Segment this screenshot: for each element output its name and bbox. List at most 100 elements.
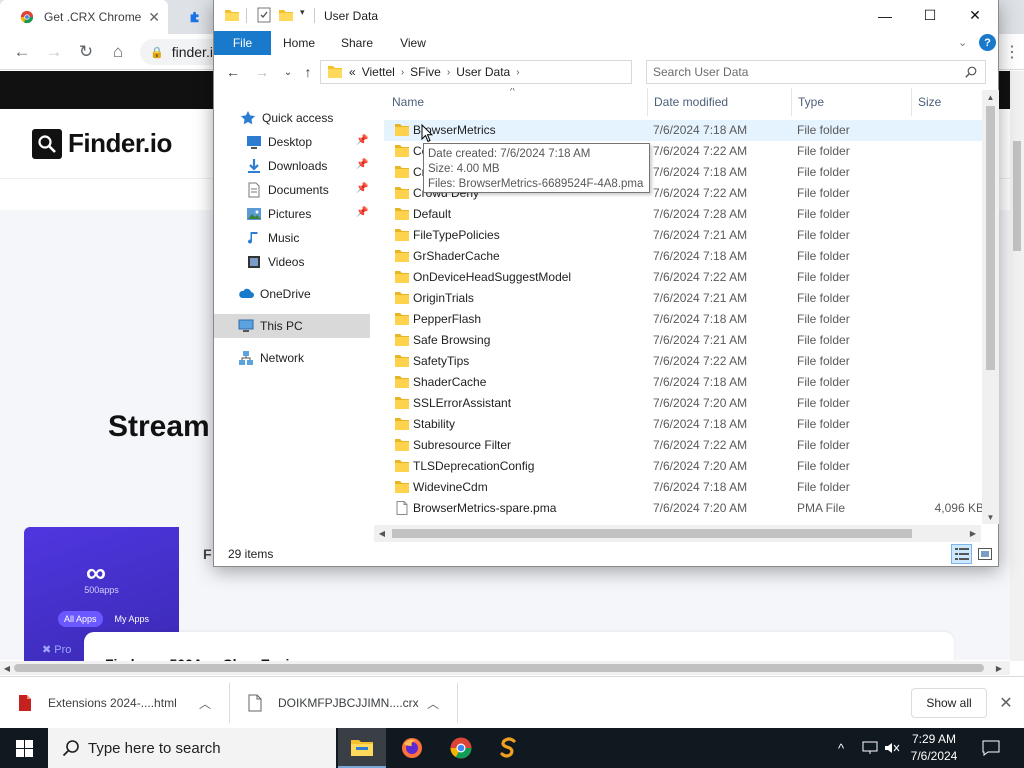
network-tray-icon[interactable] xyxy=(862,728,878,768)
file-row[interactable]: SafetyTips 7/6/2024 7:22 AM File folder xyxy=(384,351,982,372)
file-row[interactable]: GrShaderCache 7/6/2024 7:18 AM File folder xyxy=(384,246,982,267)
page-hscroll-thumb[interactable] xyxy=(14,664,984,672)
close-tab-icon[interactable]: ✕ xyxy=(148,9,160,26)
page-horizontal-scrollbar[interactable]: ◀ ▶ xyxy=(0,661,1010,675)
scroll-left-icon[interactable]: ◀ xyxy=(0,661,14,675)
nav-item-documents[interactable]: Documents 📌 xyxy=(214,178,370,202)
chevron-right-icon[interactable]: › xyxy=(401,67,404,78)
nav-item-videos[interactable]: Videos xyxy=(214,250,370,274)
tab-home[interactable]: Home xyxy=(278,31,320,55)
tab-file[interactable]: File xyxy=(214,31,271,55)
file-row[interactable]: Subresource Filter 7/6/2024 7:22 AM File f… xyxy=(384,435,982,456)
nav-item-pictures[interactable]: Pictures 📌 xyxy=(214,202,370,226)
column-name[interactable]: Name xyxy=(392,88,642,116)
scroll-up-icon[interactable]: ▲ xyxy=(982,90,999,104)
pin-icon[interactable]: 📌 xyxy=(356,207,368,218)
reload-button[interactable]: ↻ xyxy=(70,36,102,68)
forward-arrow-icon[interactable]: → xyxy=(251,61,273,83)
scroll-left-icon[interactable]: ◀ xyxy=(374,525,390,542)
scroll-right-icon[interactable]: ▶ xyxy=(992,661,1006,675)
search-box[interactable] xyxy=(646,60,986,84)
file-list-vertical-scrollbar[interactable]: ▲ ▼ xyxy=(982,90,999,524)
breadcrumb-user-data[interactable]: User Data xyxy=(456,65,510,79)
volume-muted-icon[interactable] xyxy=(884,728,900,768)
breadcrumb-overflow[interactable]: « xyxy=(349,65,356,79)
file-row[interactable]: Default 7/6/2024 7:28 AM File folder xyxy=(384,204,982,225)
nav-item-quick-access[interactable]: Quick access xyxy=(214,106,370,130)
file-row[interactable]: FileTypePolicies 7/6/2024 7:21 AM File fol… xyxy=(384,225,982,246)
taskbar-search-box[interactable]: Type here to search xyxy=(48,728,336,768)
scroll-right-icon[interactable]: ▶ xyxy=(965,525,981,542)
forward-button[interactable]: → xyxy=(38,36,70,68)
horizontal-scroll-thumb[interactable] xyxy=(392,529,912,538)
file-row[interactable]: Safe Browsing 7/6/2024 7:21 AM File folder xyxy=(384,330,982,351)
tab-view[interactable]: View xyxy=(394,31,432,55)
chevron-up-icon[interactable]: ︿ xyxy=(427,695,439,712)
file-row[interactable]: OnDeviceHeadSuggestModel 7/6/2024 7:22 AM… xyxy=(384,267,982,288)
taskbar-sfive[interactable] xyxy=(485,728,533,768)
notification-center-icon[interactable] xyxy=(978,736,1004,760)
expand-ribbon-icon[interactable]: ⌄ xyxy=(958,36,967,49)
pin-icon[interactable]: 📌 xyxy=(356,135,368,146)
chevron-right-icon[interactable]: › xyxy=(516,67,519,78)
file-row[interactable]: OriginTrials 7/6/2024 7:21 AM File folder xyxy=(384,288,982,309)
card-tab-my-apps[interactable]: My Apps xyxy=(109,611,156,627)
scroll-down-icon[interactable]: ▼ xyxy=(982,510,999,524)
pin-icon[interactable]: 📌 xyxy=(356,159,368,170)
file-row[interactable]: BrowserMetrics-spare.pma 7/6/2024 7:20 AM… xyxy=(384,498,984,519)
tray-chevron-up-icon[interactable]: ^ xyxy=(838,728,844,768)
search-input[interactable] xyxy=(653,65,953,79)
properties-check-icon[interactable] xyxy=(256,7,272,23)
site-logo[interactable]: Finder.io xyxy=(32,128,172,159)
file-row[interactable]: TLSDeprecationConfig 7/6/2024 7:20 AM File… xyxy=(384,456,982,477)
browser-menu-icon[interactable]: ⋮ xyxy=(1000,40,1024,64)
start-button[interactable] xyxy=(0,728,48,768)
column-size[interactable]: Size xyxy=(911,88,981,116)
taskbar-clock[interactable]: 7:29 AM 7/6/2024 xyxy=(902,731,966,765)
file-row[interactable]: PepperFlash 7/6/2024 7:18 AM File folder xyxy=(384,309,982,330)
nav-item-desktop[interactable]: Desktop 📌 xyxy=(214,130,370,154)
breadcrumb-sfive[interactable]: SFive xyxy=(410,65,441,79)
page-vertical-scrollbar[interactable] xyxy=(1010,71,1024,661)
quick-access-dropdown-icon[interactable]: ▾ xyxy=(300,7,305,18)
pin-icon[interactable]: 📌 xyxy=(356,183,368,194)
address-bar[interactable]: « Viettel › SFive › User Data › ⌄ ↻ xyxy=(320,60,733,84)
file-row[interactable]: Stability 7/6/2024 7:18 AM File folder xyxy=(384,414,982,435)
minimize-button[interactable]: — xyxy=(862,0,908,31)
chevron-right-icon[interactable]: › xyxy=(447,67,450,78)
nav-item-music[interactable]: Music xyxy=(214,226,370,250)
browser-tab-extensions[interactable]: Ex xyxy=(168,0,218,34)
nav-item-onedrive[interactable]: OneDrive xyxy=(214,282,370,306)
back-arrow-icon[interactable]: ← xyxy=(222,61,244,83)
taskbar-firefox[interactable] xyxy=(388,728,436,768)
chevron-up-icon[interactable]: ︿ xyxy=(199,695,211,712)
maximize-button[interactable]: ☐ xyxy=(907,0,953,31)
nav-item-downloads[interactable]: Downloads 📌 xyxy=(214,154,370,178)
show-all-button[interactable]: Show all xyxy=(911,688,987,718)
vertical-scroll-thumb[interactable] xyxy=(986,106,995,370)
nav-item-network[interactable]: Network xyxy=(214,346,370,370)
help-icon[interactable]: ? xyxy=(979,34,996,51)
large-icons-view-button[interactable] xyxy=(974,544,995,564)
taskbar-file-explorer[interactable] xyxy=(338,728,386,768)
recent-locations-icon[interactable]: ⌄ xyxy=(277,61,299,83)
tab-share[interactable]: Share xyxy=(336,31,378,55)
card-tab-all-apps[interactable]: All Apps xyxy=(58,611,103,627)
home-button[interactable]: ⌂ xyxy=(102,36,134,68)
close-button[interactable]: ✕ xyxy=(952,0,998,31)
file-row[interactable]: ShaderCache 7/6/2024 7:18 AM File folder xyxy=(384,372,982,393)
column-date-modified[interactable]: Date modified xyxy=(647,88,791,116)
file-list-horizontal-scrollbar[interactable]: ◀ ▶ xyxy=(374,525,981,542)
explorer-title-bar[interactable]: ▾ User Data — ☐ ✕ xyxy=(214,0,998,31)
file-row[interactable]: BrowserMetrics 7/6/2024 7:18 AM File folde… xyxy=(384,120,982,141)
file-row[interactable]: WidevineCdm 7/6/2024 7:18 AM File folder xyxy=(384,477,982,498)
column-type[interactable]: Type xyxy=(791,88,911,116)
page-scroll-thumb[interactable] xyxy=(1013,141,1021,251)
taskbar-chrome[interactable] xyxy=(437,728,485,768)
download-item-html[interactable]: Extensions 2024-....html ︿ xyxy=(0,683,230,723)
details-view-button[interactable] xyxy=(951,544,972,564)
browser-tab-get-crx[interactable]: Get .CRX Chrome ✕ xyxy=(0,0,168,34)
breadcrumb-viettel[interactable]: Viettel xyxy=(362,65,395,79)
back-button[interactable]: ← xyxy=(6,36,38,68)
nav-item-this-pc[interactable]: This PC xyxy=(214,314,370,338)
